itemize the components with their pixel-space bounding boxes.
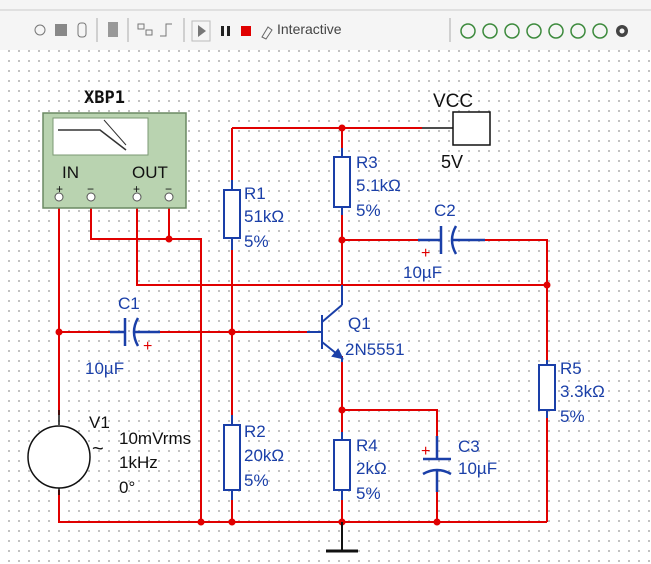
c2-plus: + [421,245,430,262]
transistor-q1[interactable] [307,285,344,362]
c1-plus: + [143,338,152,355]
r5-value: 3.3kΩ [560,382,605,401]
out-plus-label: + [133,182,140,196]
wire-c2-right [482,239,548,365]
v1-amplitude: 10mVrms [119,429,191,448]
v1-wave-symbol: ~ [92,438,104,460]
r1-ref: R1 [244,184,266,203]
q1-part: 2N5551 [345,340,405,359]
v1-phase: 0° [119,478,135,497]
r1-value: 51kΩ [244,207,284,226]
resistor-r2[interactable] [223,415,241,500]
r5-ref: R5 [560,359,582,378]
r2-value: 20kΩ [244,446,284,465]
r3-value: 5.1kΩ [356,176,401,195]
vcc-label: VCC [433,91,473,112]
r3-tolerance: 5% [356,201,381,220]
circuit-schematic: XBP1 IN OUT + − + − VCC 5V R1 51kΩ 5% R2… [27,88,605,553]
ground-symbol[interactable] [326,522,358,553]
capacitor-c1[interactable] [110,317,160,347]
v1-ref: V1 [89,413,110,432]
instrument-in-label: IN [62,163,79,182]
instrument-out-label: OUT [132,163,168,182]
c1-ref: C1 [118,294,140,313]
r1-tolerance: 5% [244,232,269,251]
resistor-r1[interactable] [223,180,241,250]
q1-ref: Q1 [348,314,371,333]
out-minus-label: − [165,182,172,196]
r5-tolerance: 5% [560,407,585,426]
r4-tolerance: 5% [356,484,381,503]
r2-ref: R2 [244,422,266,441]
c3-ref: C3 [458,437,480,456]
c2-value: 10µF [403,263,442,282]
vcc-value: 5V [441,152,463,172]
r2-tolerance: 5% [244,471,269,490]
ac-source-v1[interactable] [27,410,91,495]
in-plus-label: + [56,182,63,196]
in-minus-label: − [87,182,94,196]
resistor-r4[interactable] [333,432,351,500]
v1-frequency: 1kHz [119,453,158,472]
r3-ref: R3 [356,153,378,172]
resistor-r3[interactable] [333,148,351,215]
instrument-name: XBP1 [84,88,125,108]
r4-value: 2kΩ [356,459,387,478]
c3-value: 10µF [458,459,497,478]
c1-value: 10µF [85,359,124,378]
c2-ref: C2 [434,201,456,220]
c3-plus: + [421,443,430,460]
vcc-source[interactable] [422,111,491,146]
r4-ref: R4 [356,436,378,455]
resistor-r5[interactable] [538,360,556,418]
